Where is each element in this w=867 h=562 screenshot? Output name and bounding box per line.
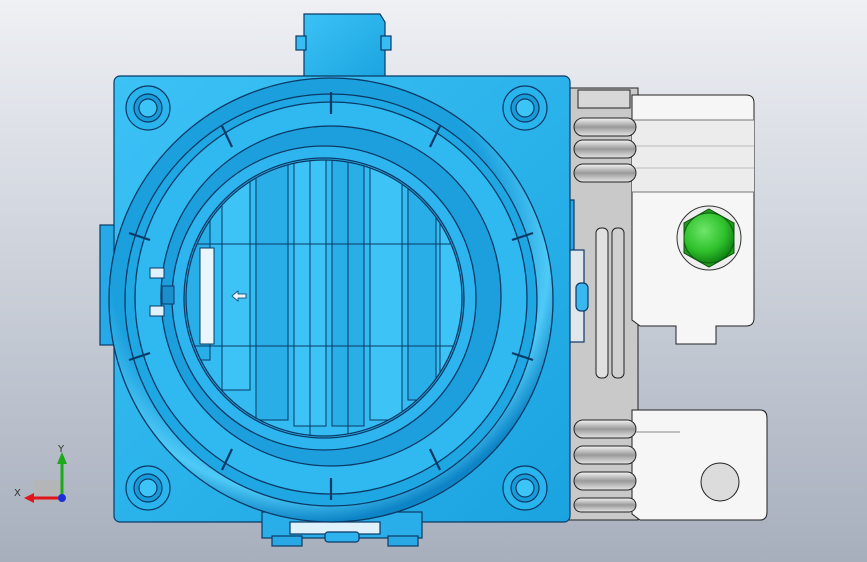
hex-bolt-green[interactable] xyxy=(676,205,742,271)
z-axis-icon xyxy=(58,494,66,502)
cad-model-viewport[interactable]: X Y xyxy=(0,0,867,562)
bracket-hole xyxy=(700,462,740,502)
mounting-bracket[interactable] xyxy=(567,87,768,521)
triad-x-label: X xyxy=(14,488,21,499)
triad-y-label: Y xyxy=(57,444,65,455)
viewport-canvas[interactable]: X Y xyxy=(0,0,867,562)
